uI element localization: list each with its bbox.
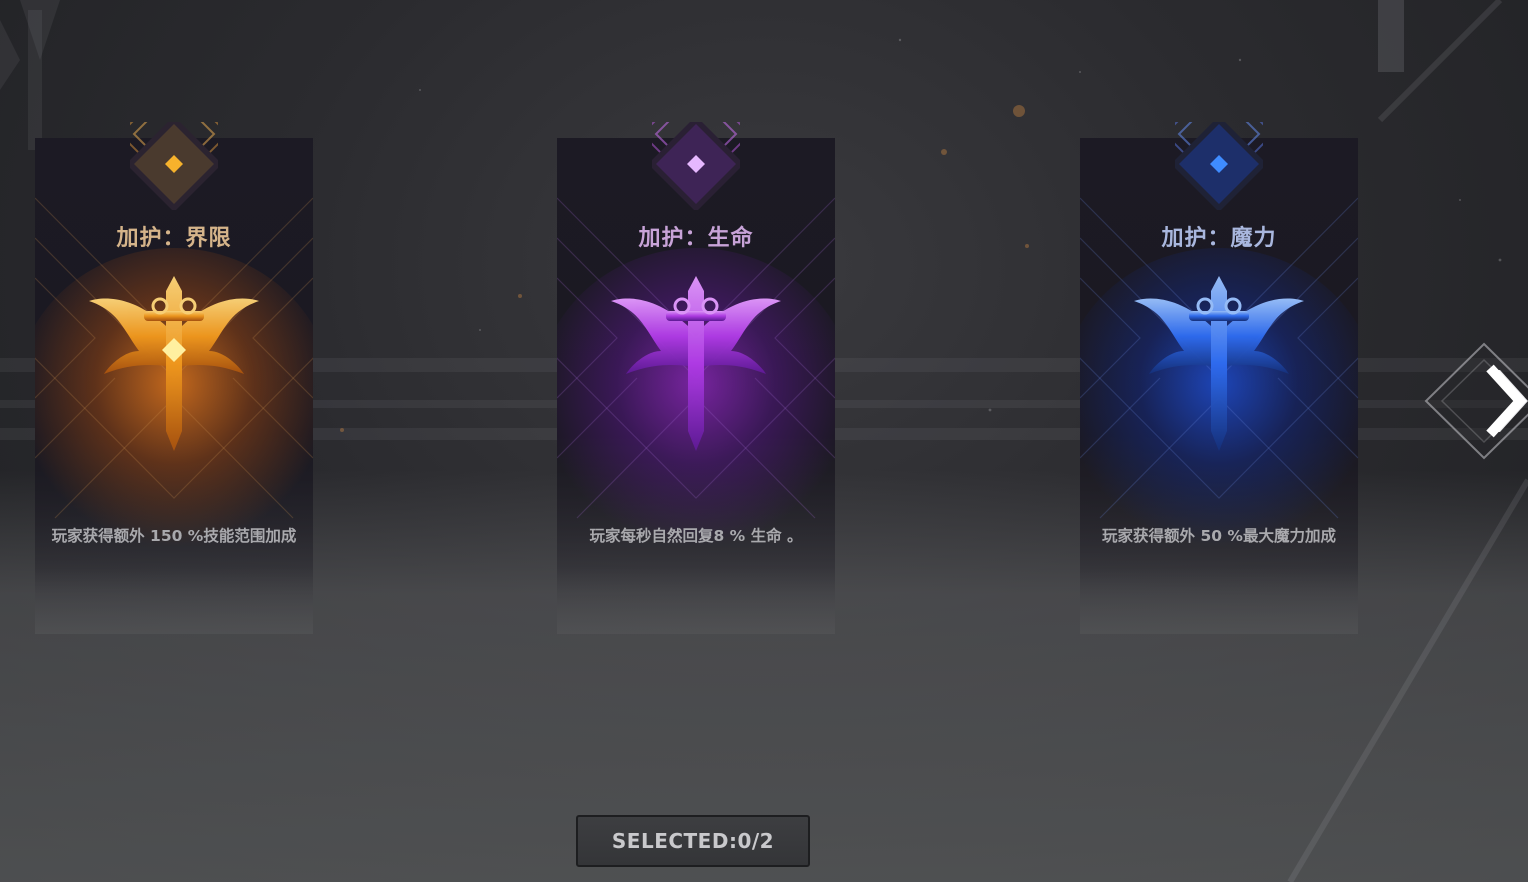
blessing-card-boundary[interactable]: 加护：界限 玩家获得额外 150 %技能范围加成 [35, 122, 313, 634]
card-bottom-fade [557, 568, 835, 634]
golden-winged-sword-icon [89, 276, 259, 451]
blessing-card-life[interactable]: 加护：生命 玩家每秒自然回复8 % 生命 。 [557, 122, 835, 634]
card-title: 加护：界限 [116, 226, 232, 251]
next-page-button[interactable] [1424, 342, 1528, 460]
chevron-right-icon [1424, 342, 1528, 460]
card-description: 玩家获得额外 50 %最大魔力加成 [1102, 527, 1336, 545]
blessing-selection-screen: 加护：界限 玩家获得额外 150 %技能范围加成 加护：生命 玩家每秒自然回复8… [0, 0, 1528, 882]
diamond-gem-purple-icon [652, 122, 740, 210]
blessing-card-mana[interactable]: 加护：魔力 玩家获得额外 50 %最大魔力加成 [1080, 122, 1358, 634]
card-description: 玩家获得额外 150 %技能范围加成 [51, 527, 297, 545]
card-title: 加护：生命 [638, 226, 754, 251]
card-bottom-fade [35, 568, 313, 634]
purple-winged-sword-icon [611, 276, 781, 451]
diamond-gem-blue-icon [1175, 122, 1263, 210]
diamond-gem-gold-icon [130, 122, 218, 210]
card-title: 加护：魔力 [1161, 226, 1277, 251]
selected-counter: SELECTED:0/2 [576, 815, 810, 867]
card-bottom-fade [1080, 568, 1358, 634]
blue-winged-sword-icon [1134, 276, 1304, 451]
card-description: 玩家每秒自然回复8 % 生命 。 [589, 527, 803, 545]
